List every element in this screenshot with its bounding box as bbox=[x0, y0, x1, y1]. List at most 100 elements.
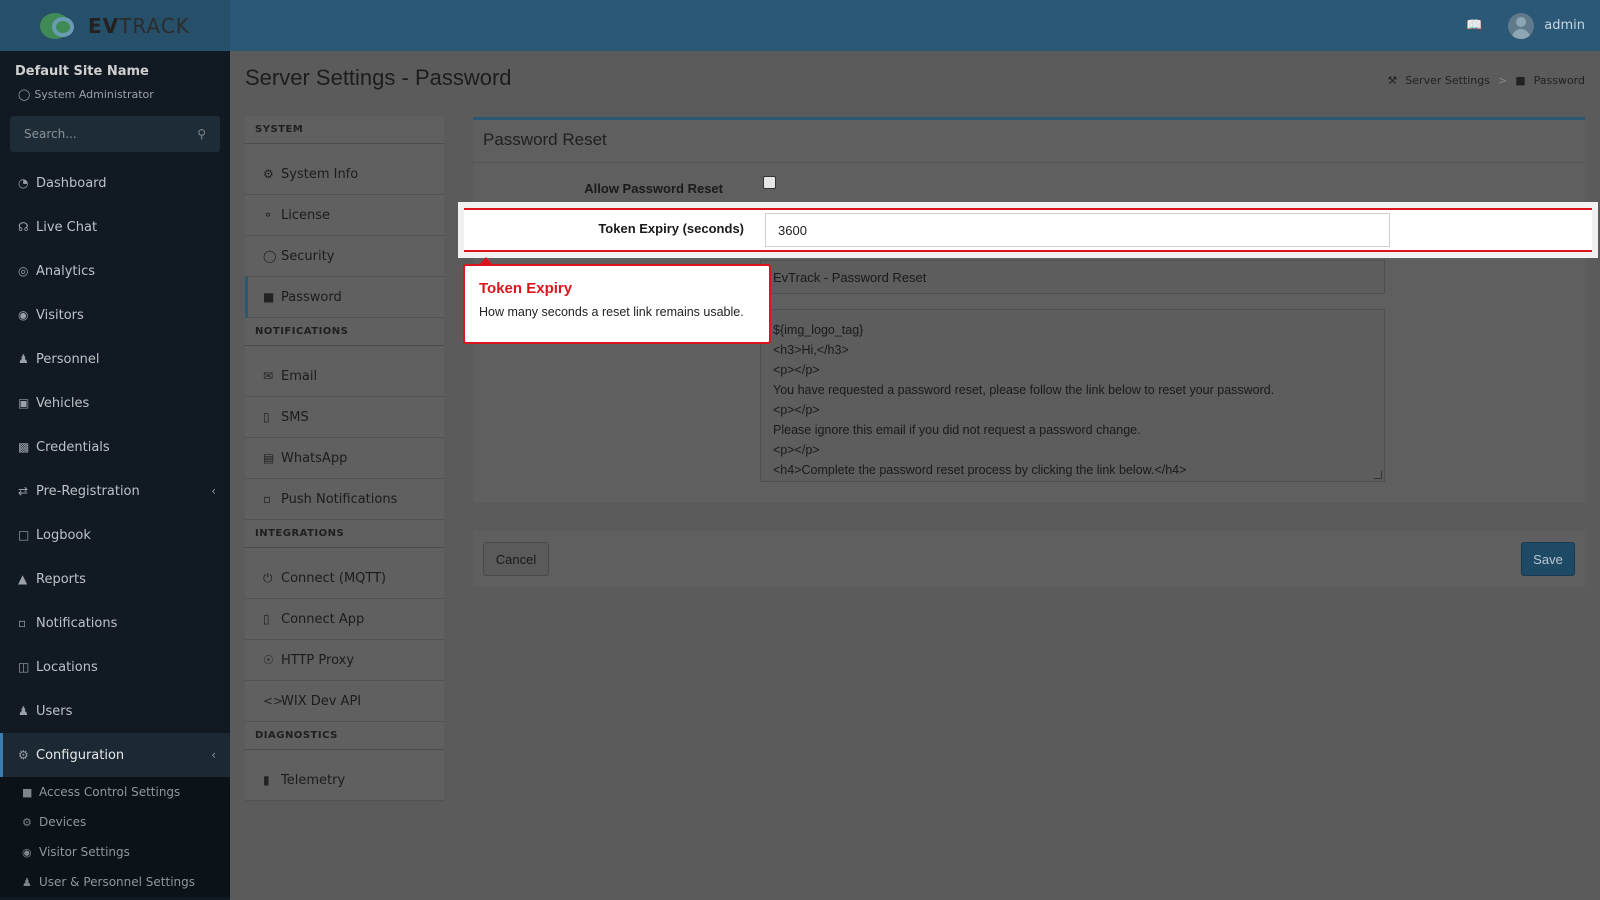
token-expiry-tooltip: Token Expiry How many seconds a reset li… bbox=[463, 257, 771, 344]
settings-item-whatsapp[interactable]: ▤ WhatsApp bbox=[245, 438, 444, 479]
sidebar-item-credentials[interactable]: ▩ Credentials bbox=[0, 425, 230, 469]
actions-bar: Cancel Save bbox=[473, 531, 1585, 587]
email-subject-input[interactable]: EvTrack - Password Reset bbox=[760, 260, 1385, 294]
email-template-textarea[interactable]: ${img_logo_tag} <h3>Hi,</h3> <p></p> You… bbox=[760, 309, 1385, 482]
sidebar-item-configuration[interactable]: ⚙ Configuration ‹ bbox=[0, 733, 230, 777]
template-line: <p></p> bbox=[773, 443, 820, 457]
template-line: <p></p> bbox=[773, 363, 820, 377]
users-icon: ♟ bbox=[22, 875, 32, 889]
sidebar-item-reports[interactable]: ▲ Reports bbox=[0, 557, 230, 601]
panel-title: Password Reset bbox=[483, 130, 607, 149]
breadcrumb-current: Password bbox=[1533, 74, 1585, 87]
template-line: ${img_logo_tag} bbox=[773, 323, 864, 337]
template-line: Please ignore this email if you did not … bbox=[773, 423, 1141, 437]
book-icon[interactable]: 📖 bbox=[1466, 18, 1482, 33]
sidebar-item-visitors[interactable]: ◉ Visitors bbox=[0, 293, 230, 337]
template-line: <h4>Complete the password reset process … bbox=[773, 463, 1187, 477]
subnav-item-user-personnel[interactable]: ♟ User & Personnel Settings bbox=[0, 867, 230, 897]
settings-item-telemetry[interactable]: ▮ Telemetry bbox=[245, 760, 444, 801]
main-content: Server Settings - Password ⚒ Server Sett… bbox=[230, 51, 1600, 900]
user-name: admin bbox=[1544, 18, 1585, 33]
settings-nav: SYSTEM ⚙ System Info ⚬ License ◯ Security ■… bbox=[245, 116, 444, 801]
settings-item-system-info[interactable]: ⚙ System Info bbox=[245, 154, 444, 195]
id-card-icon: ▩ bbox=[18, 440, 30, 454]
user-icon: ◯ bbox=[18, 88, 31, 101]
sidebar-item-logbook[interactable]: □ Logbook bbox=[0, 513, 230, 557]
site-name: Default Site Name bbox=[15, 64, 149, 79]
plug-icon: ⏻ bbox=[263, 570, 273, 585]
topbar-right: 📖 admin bbox=[1466, 0, 1585, 51]
wrench-icon: ⚒ bbox=[1387, 74, 1398, 87]
resize-handle[interactable] bbox=[1374, 471, 1382, 479]
user-menu[interactable]: admin bbox=[1508, 12, 1585, 39]
settings-item-connect-mqtt[interactable]: ⏻ Connect (MQTT) bbox=[245, 558, 444, 599]
book-icon: □ bbox=[18, 528, 30, 542]
save-button[interactable]: Save bbox=[1521, 542, 1575, 576]
target-icon: ◎ bbox=[18, 264, 29, 278]
template-line: You have requested a password reset, ple… bbox=[773, 383, 1275, 397]
logo[interactable]: EVTRACK bbox=[0, 0, 230, 51]
sidebar-item-live-chat[interactable]: ☊ Live Chat bbox=[0, 205, 230, 249]
search-icon[interactable]: ⚲ bbox=[197, 127, 206, 141]
settings-item-license[interactable]: ⚬ License bbox=[245, 195, 444, 236]
sidebar-item-analytics[interactable]: ◎ Analytics bbox=[0, 249, 230, 293]
gear-icon: ⚙ bbox=[22, 815, 32, 829]
tooltip-body: How many seconds a reset link remains us… bbox=[479, 305, 744, 319]
shield-icon: ◯ bbox=[263, 249, 277, 263]
gauge-icon: ◔ bbox=[18, 176, 29, 190]
sidebar-item-personnel[interactable]: ♟ Personnel bbox=[0, 337, 230, 381]
bar-chart-icon: ▮ bbox=[263, 773, 270, 787]
settings-item-sms[interactable]: ▯ SMS bbox=[245, 397, 444, 438]
arrows-icon: ⇄ bbox=[18, 484, 29, 498]
chart-icon: ▲ bbox=[18, 572, 28, 586]
allow-password-reset-label: Allow Password Reset bbox=[584, 181, 723, 196]
chevron-left-icon: ‹ bbox=[211, 748, 216, 762]
gear-icon: ⚙ bbox=[263, 167, 274, 181]
sidebar-item-locations[interactable]: ◫ Locations bbox=[0, 645, 230, 689]
breadcrumb: ⚒ Server Settings > ■ Password bbox=[1387, 74, 1585, 87]
site-role: ◯ System Administrator bbox=[18, 88, 154, 101]
lock-icon: ■ bbox=[22, 785, 33, 799]
logo-text: EVTRACK bbox=[88, 13, 190, 38]
chevron-left-icon: ‹ bbox=[211, 484, 216, 498]
code-icon: <> bbox=[263, 694, 284, 708]
eye-icon: ◉ bbox=[22, 845, 32, 859]
settings-section-system: SYSTEM bbox=[245, 116, 444, 144]
bell-icon: ▫ bbox=[18, 616, 27, 630]
globe-icon: ☉ bbox=[263, 653, 274, 667]
tooltip-title: Token Expiry bbox=[479, 280, 573, 297]
car-icon: ▣ bbox=[18, 396, 30, 410]
token-expiry-label: Token Expiry (seconds) bbox=[598, 221, 744, 236]
sidebar-item-users[interactable]: ♟ Users bbox=[0, 689, 230, 733]
search-input[interactable] bbox=[24, 127, 174, 141]
key-icon: ⚬ bbox=[263, 208, 274, 222]
sidebar-search: ⚲ bbox=[10, 116, 220, 152]
lock-icon: ■ bbox=[263, 290, 275, 304]
breadcrumb-parent[interactable]: Server Settings bbox=[1405, 74, 1490, 87]
sidebar-item-pre-registration[interactable]: ⇄ Pre-Registration ‹ bbox=[0, 469, 230, 513]
settings-item-security[interactable]: ◯ Security bbox=[245, 236, 444, 277]
message-icon: ▤ bbox=[263, 451, 275, 465]
settings-item-wix-dev-api[interactable]: <> WIX Dev API bbox=[245, 681, 444, 722]
settings-section-integrations: INTEGRATIONS bbox=[245, 520, 444, 548]
sidebar-nav: ◔ Dashboard ☊ Live Chat ◎ Analytics ◉ Visito… bbox=[0, 161, 230, 897]
sidebar-item-notifications[interactable]: ▫ Notifications bbox=[0, 601, 230, 645]
page-title: Server Settings - Password bbox=[245, 65, 512, 90]
token-expiry-input[interactable]: 3600 bbox=[765, 213, 1390, 247]
allow-password-reset-checkbox[interactable] bbox=[763, 176, 776, 189]
cancel-button[interactable]: Cancel bbox=[483, 542, 549, 576]
bell-icon: ▫ bbox=[263, 492, 272, 506]
subnav-item-access-control[interactable]: ■ Access Control Settings bbox=[0, 777, 230, 807]
subnav-item-devices[interactable]: ⚙ Devices bbox=[0, 807, 230, 837]
settings-item-push-notifications[interactable]: ▫ Push Notifications bbox=[245, 479, 444, 520]
lock-icon: ■ bbox=[1515, 74, 1526, 87]
settings-item-password[interactable]: ■ Password bbox=[245, 277, 444, 318]
settings-item-email[interactable]: ✉ Email bbox=[245, 356, 444, 397]
sidebar-item-vehicles[interactable]: ▣ Vehicles bbox=[0, 381, 230, 425]
settings-item-http-proxy[interactable]: ☉ HTTP Proxy bbox=[245, 640, 444, 681]
eye-icon: ◉ bbox=[18, 308, 29, 322]
settings-item-connect-app[interactable]: ▯ Connect App bbox=[245, 599, 444, 640]
phone-icon: ▯ bbox=[263, 612, 270, 626]
subnav-item-visitor-settings[interactable]: ◉ Visitor Settings bbox=[0, 837, 230, 867]
sidebar-item-dashboard[interactable]: ◔ Dashboard bbox=[0, 161, 230, 205]
